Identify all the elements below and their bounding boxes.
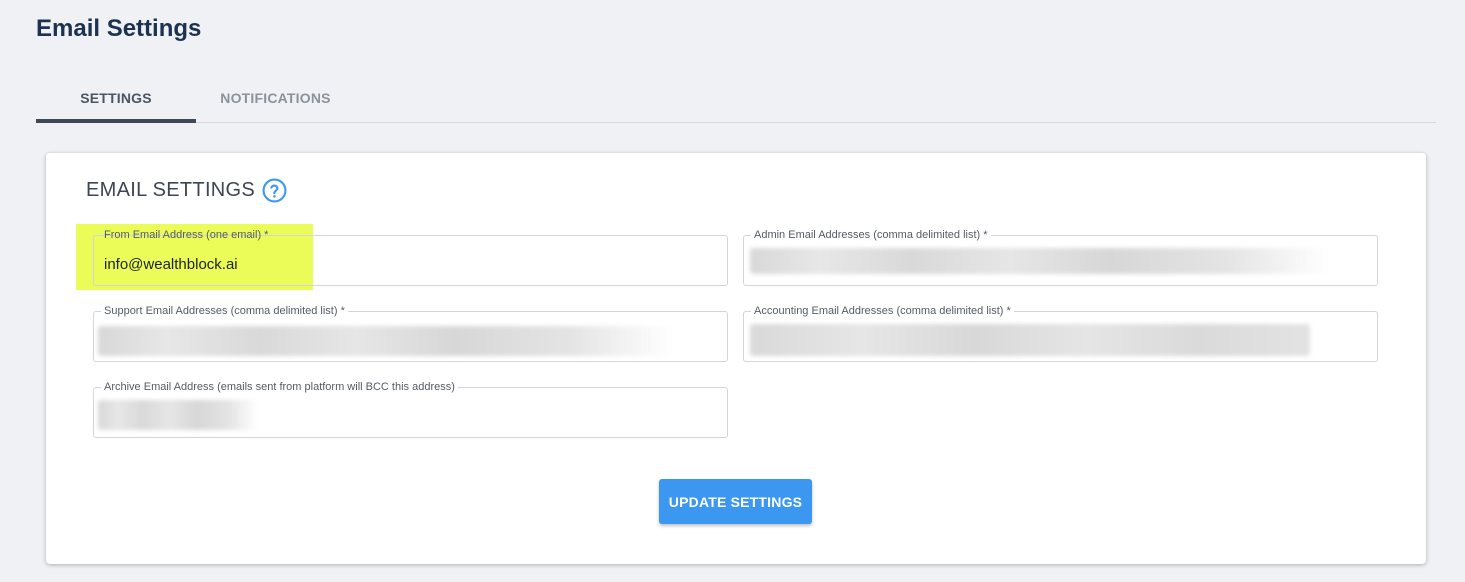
tab-settings[interactable]: SETTINGS [36, 74, 196, 123]
redacted-value [750, 248, 1330, 274]
support-emails-field[interactable]: Support Email Addresses (comma delimited… [93, 304, 728, 362]
update-settings-button[interactable]: UPDATE SETTINGS [659, 479, 812, 524]
redacted-value [750, 324, 1310, 356]
admin-emails-label: Admin Email Addresses (comma delimited l… [751, 228, 991, 242]
redacted-value [98, 400, 258, 430]
question-circle-icon[interactable] [262, 178, 287, 203]
admin-emails-field[interactable]: Admin Email Addresses (comma delimited l… [743, 228, 1378, 286]
page-title: Email Settings [36, 15, 202, 42]
from-email-value: info@wealthblock.ai [104, 256, 238, 273]
email-settings-card: EMAIL SETTINGS From Email Address (one e… [46, 153, 1426, 564]
accounting-emails-label: Accounting Email Addresses (comma delimi… [751, 304, 1014, 318]
redacted-value [98, 326, 673, 356]
tab-notifications[interactable]: NOTIFICATIONS [208, 74, 343, 122]
card-title: EMAIL SETTINGS [86, 179, 256, 201]
archive-email-label: Archive Email Address (emails sent from … [101, 380, 458, 394]
tab-bar: SETTINGS NOTIFICATIONS [36, 74, 1436, 123]
archive-email-field[interactable]: Archive Email Address (emails sent from … [93, 380, 728, 438]
support-emails-label: Support Email Addresses (comma delimited… [101, 304, 348, 318]
accounting-emails-field[interactable]: Accounting Email Addresses (comma delimi… [743, 304, 1378, 362]
from-email-label: From Email Address (one email) * [104, 229, 269, 241]
from-email-field[interactable]: From Email Address (one email) * info@we… [93, 229, 728, 286]
